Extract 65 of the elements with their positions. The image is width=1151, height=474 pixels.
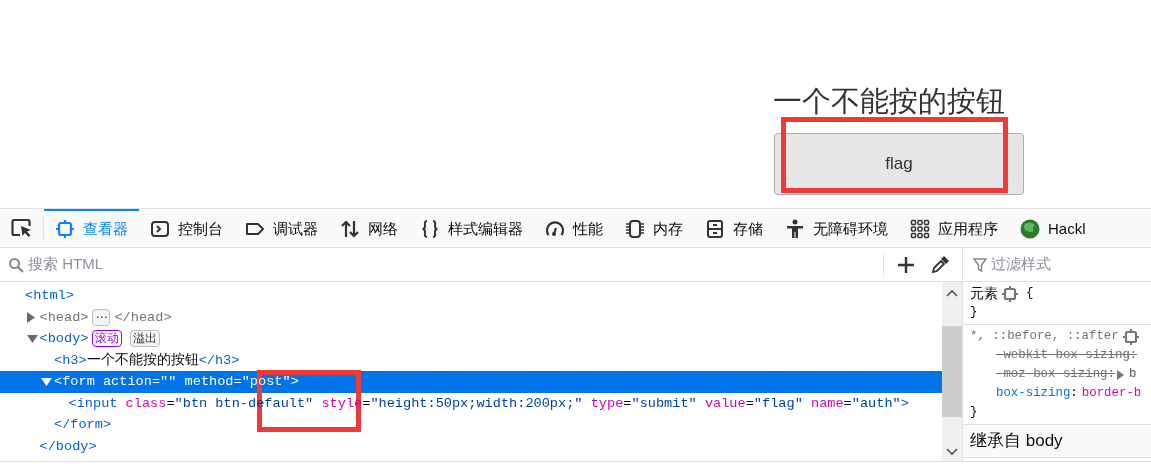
devtools-tab[interactable]: 存储 xyxy=(694,209,774,247)
node-badge[interactable]: ⋯ xyxy=(92,308,111,326)
attribute-value: "auth" xyxy=(851,394,901,413)
node-text: = xyxy=(843,394,852,413)
devtools-tab[interactable]: 无障碍环境 xyxy=(774,209,899,247)
attribute-name: type xyxy=(590,394,624,413)
colon-text: : xyxy=(1070,385,1078,402)
page-heading: 一个不能按的按钮 xyxy=(773,84,1005,119)
markup-row[interactable]: <body> 滚动 溢出 xyxy=(0,328,942,350)
node-text: = xyxy=(362,394,371,413)
tag-text: <html> xyxy=(25,287,74,305)
node-badge[interactable]: 滚动 xyxy=(92,330,123,348)
attribute-name: name xyxy=(810,394,844,413)
attribute-name: action xyxy=(102,373,152,391)
node-text: = xyxy=(151,373,161,391)
rule-selector: *, ::before, ::after xyxy=(970,328,1119,345)
brace-text: } xyxy=(970,304,978,321)
rule-selector: 元素 xyxy=(970,284,998,303)
brace-text: { xyxy=(1026,285,1034,302)
devtools-tab[interactable]: 应用程序 xyxy=(899,209,1009,247)
tag-text: </head> xyxy=(114,308,172,327)
tag-text: </h3> xyxy=(198,351,240,370)
node-text: = xyxy=(166,394,175,413)
brace-text: } xyxy=(970,404,978,421)
devtools-tab[interactable]: 调试器 xyxy=(234,209,329,247)
devtools-tab[interactable]: 网络 xyxy=(329,209,409,247)
devtools-tab[interactable]: 控制台 xyxy=(139,209,234,247)
node-text: 一个不能按的按钮 xyxy=(86,351,199,370)
tag-text: <h3> xyxy=(54,351,87,370)
overridden-declaration: -moz-box-sizing: xyxy=(996,366,1115,383)
property-value: b xyxy=(1129,366,1137,383)
tag-text: </body> xyxy=(39,437,97,456)
node-text: = xyxy=(233,373,242,391)
attribute-value: "flag" xyxy=(753,394,804,413)
search-field[interactable]: 搜索 HTML xyxy=(24,253,883,276)
tag-text: <form xyxy=(54,373,96,391)
devtools-tab[interactable]: 性能 xyxy=(534,209,614,247)
attribute-value: "height:50px;width:200px;" xyxy=(370,394,584,413)
attribute-name: class xyxy=(125,394,167,413)
filter-field[interactable]: 过滤样式 xyxy=(987,253,1137,276)
attribute-name: method xyxy=(184,373,234,391)
node-text: = xyxy=(623,394,632,413)
attribute-name: value xyxy=(704,394,746,413)
markup-row[interactable]: <head> ⋯ </head> xyxy=(0,306,942,328)
tag-text: </form> xyxy=(54,416,112,434)
markup-row[interactable]: <h3>一个不能按的按钮</h3> xyxy=(0,349,942,371)
attribute-value: "submit" xyxy=(631,394,698,413)
markup-row[interactable]: <html> xyxy=(0,285,942,307)
section-header: 继承自 body xyxy=(963,425,1151,458)
flag-button[interactable]: flag xyxy=(774,133,1024,195)
tag-text: <body> xyxy=(39,330,89,348)
property-name: box-sizing xyxy=(996,385,1071,402)
tag-text: <head> xyxy=(39,308,89,327)
node-text: = xyxy=(745,394,754,413)
property-value: border-b xyxy=(1081,385,1142,402)
devtools-tab[interactable]: 内存 xyxy=(614,209,694,247)
tag-text: <input xyxy=(68,394,119,413)
devtools-tab[interactable]: 样式编辑器 xyxy=(409,209,534,247)
tag-text: > xyxy=(290,373,299,391)
devtools-tab[interactable]: Hackl xyxy=(1009,209,1097,247)
overridden-declaration: -webkit-box-sizing: xyxy=(996,347,1138,364)
node-badge[interactable]: 溢出 xyxy=(130,330,161,348)
attribute-value: "" xyxy=(160,373,178,391)
devtools-tab[interactable]: 查看器 xyxy=(44,209,139,247)
tag-text: > xyxy=(900,394,909,413)
